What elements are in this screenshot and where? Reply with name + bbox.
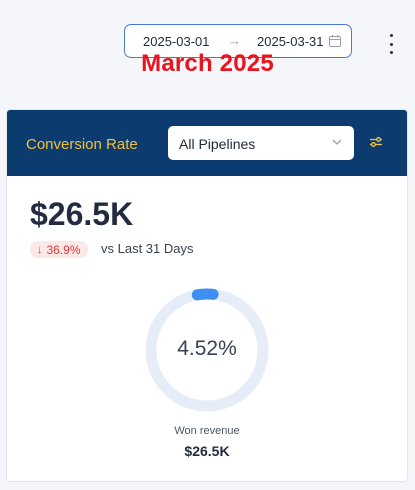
change-badge: ↓ 36.9% [30,241,88,258]
conversion-rate-card: Conversion Rate All Pipelines $26.5K ↓ 3… [6,109,408,482]
won-revenue-value: $26.5K [184,443,230,459]
date-range-start[interactable]: 2025-03-01 [143,34,210,49]
arrow-down-icon: ↓ [37,243,43,256]
won-revenue-label: Won revenue [174,425,240,437]
change-percent: 36.9% [46,242,81,257]
overlay-month-title: March 2025 [141,50,274,77]
pipeline-select[interactable]: All Pipelines [168,126,354,160]
more-vertical-icon-dot [389,34,393,37]
more-vertical-icon-dot [389,42,393,46]
metric-value: $26.5K [30,196,134,232]
pipeline-select-value: All Pipelines [179,136,256,152]
comparison-text: vs Last 31 Days [101,241,194,256]
calendar-icon[interactable] [329,35,341,47]
date-range-end[interactable]: 2025-03-31 [257,34,324,49]
card-header: Conversion Rate All Pipelines [7,110,407,176]
card-title: Conversion Rate [26,136,138,153]
chevron-down-icon [332,139,342,145]
arrow-right-icon: → [228,33,241,48]
conversion-rate-value: 4.52% [177,337,237,360]
filter-sliders-icon[interactable] [369,136,383,148]
